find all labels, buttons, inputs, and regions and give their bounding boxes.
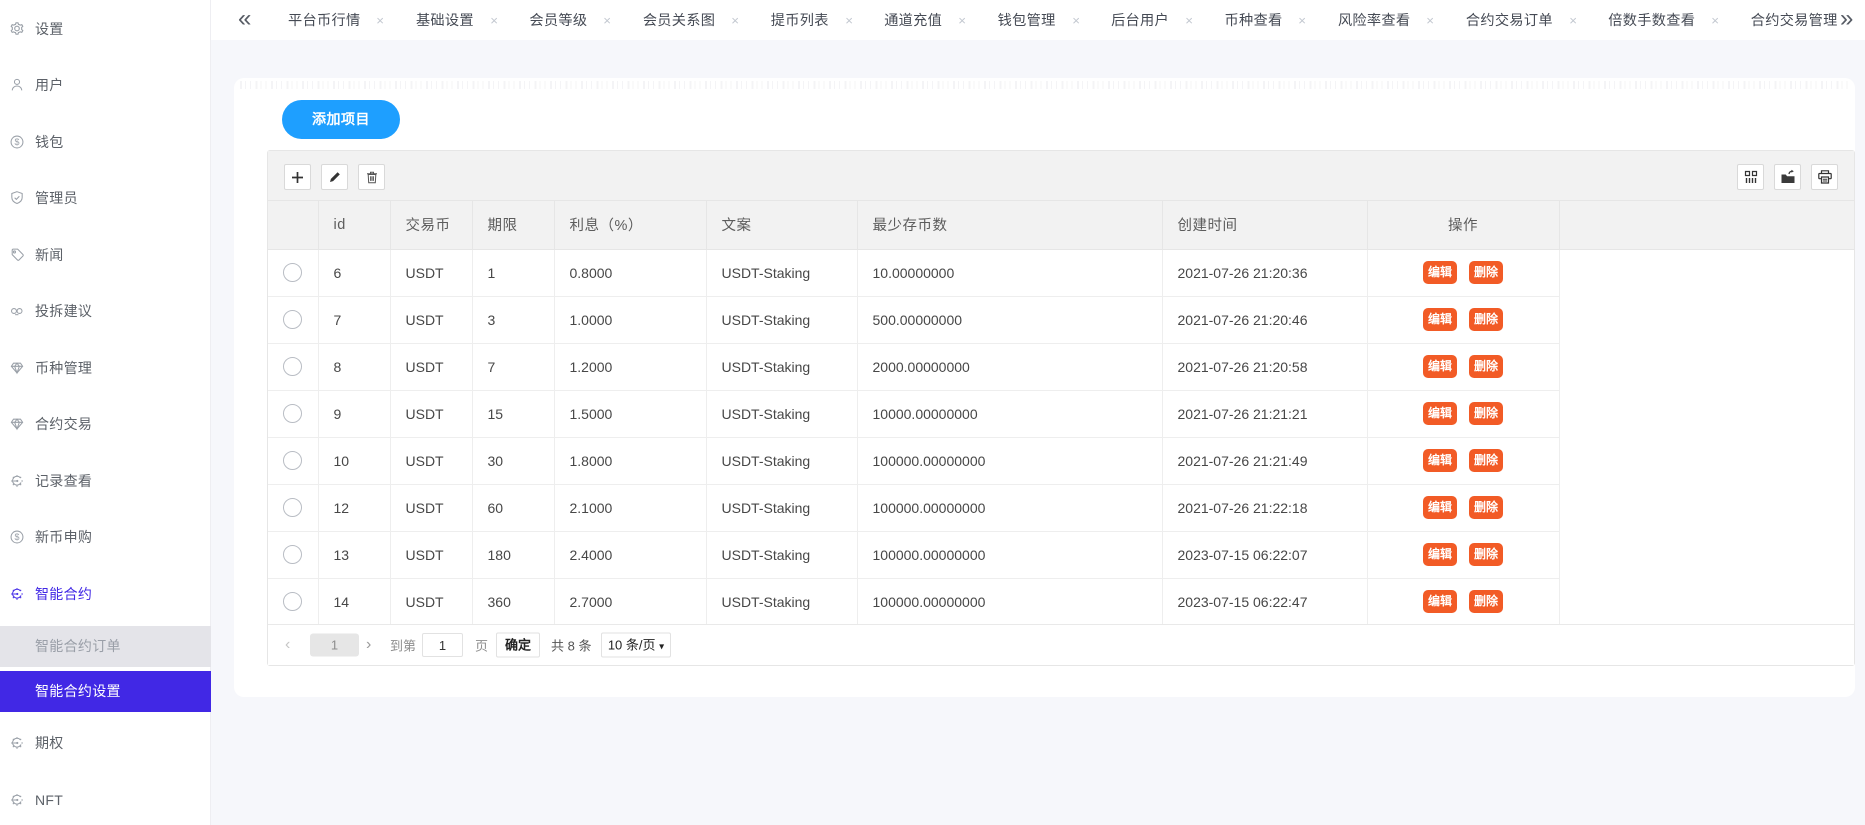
svg-text:$: $ <box>15 137 20 147</box>
svg-text:$: $ <box>15 532 20 542</box>
